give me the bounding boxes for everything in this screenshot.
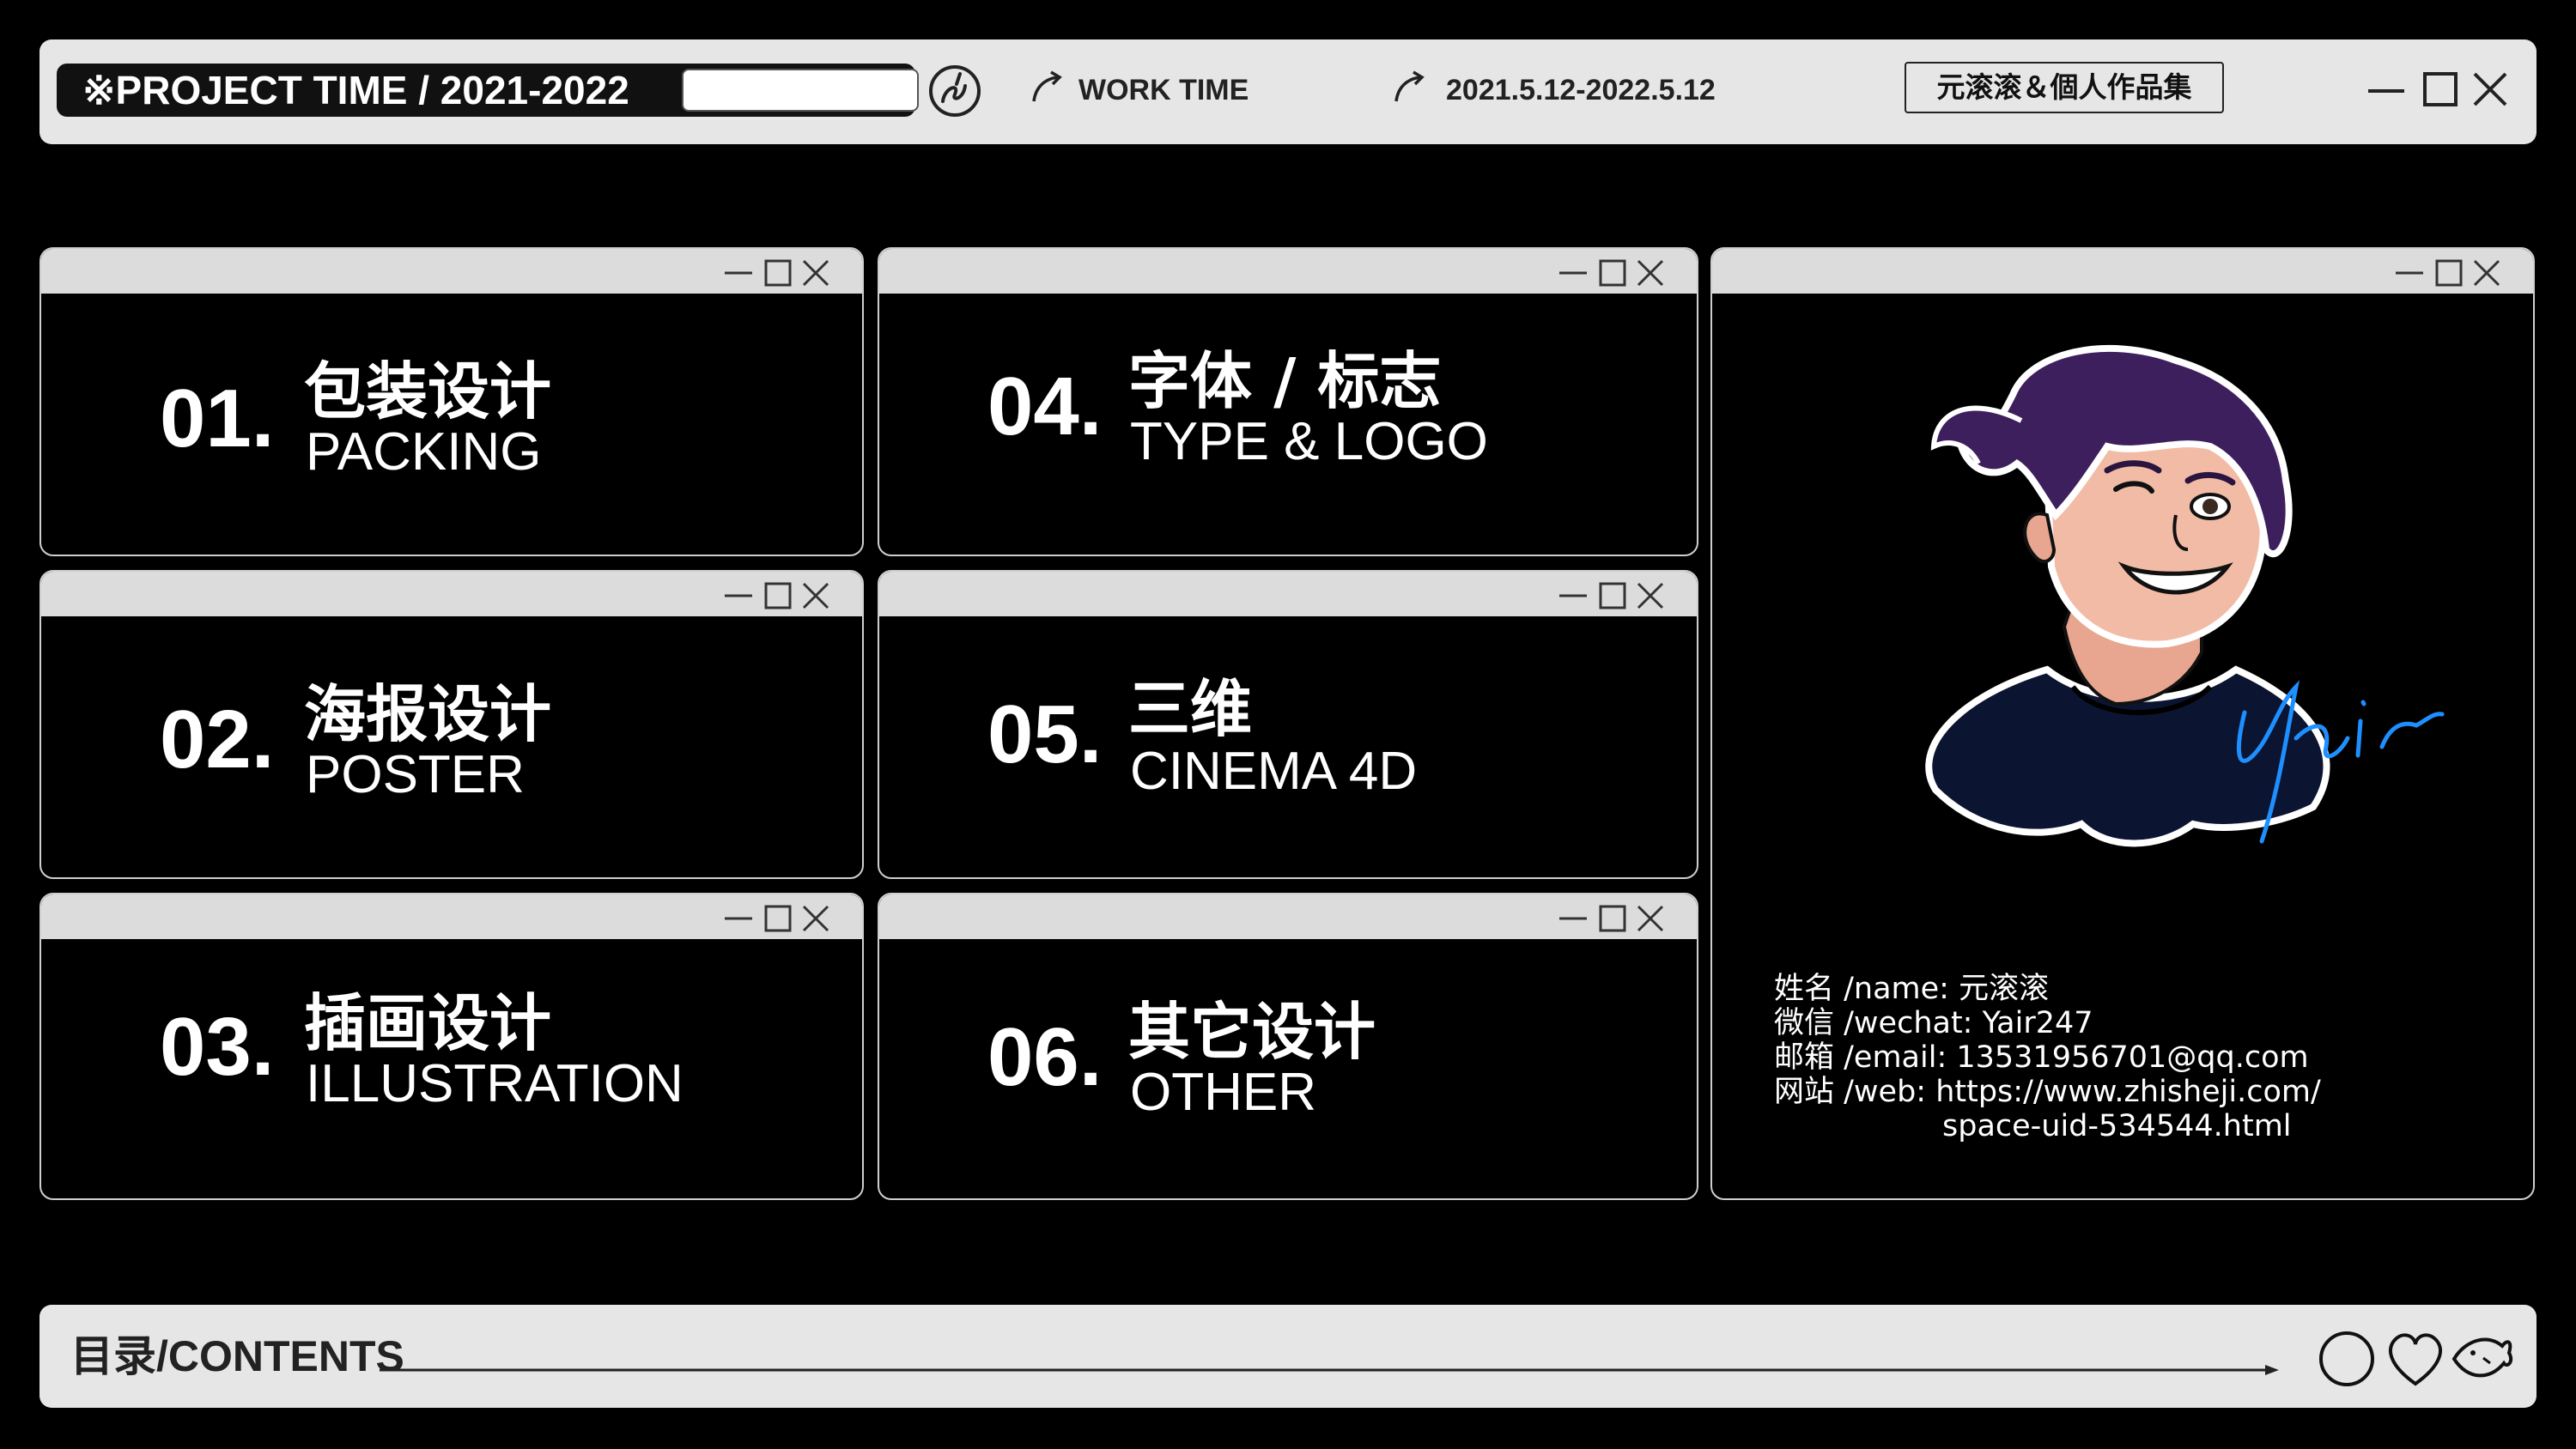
card-window-controls <box>725 259 829 287</box>
work-time-label: WORK TIME <box>1078 74 1249 106</box>
card-packing[interactable]: 01. 包装设计 PACKING <box>39 247 864 556</box>
card-number: 03. <box>160 1001 275 1093</box>
card-window-controls <box>725 905 829 932</box>
card-number: 02. <box>160 694 275 785</box>
card-window-controls <box>1559 905 1664 932</box>
close-icon <box>2473 259 2500 287</box>
profile-web-cont[interactable]: space-uid-534544.html <box>1942 1109 2292 1143</box>
fish-icon[interactable] <box>2445 1324 2516 1394</box>
card-cinema4d[interactable]: 05. 三维 CINEMA 4D <box>878 570 1698 879</box>
avatar-illustration <box>1925 344 2445 847</box>
window-controls <box>2368 72 2507 106</box>
maximize-icon <box>764 582 792 609</box>
close-icon <box>1637 582 1664 609</box>
maximize-icon[interactable] <box>2423 72 2458 106</box>
card-window-controls <box>1559 582 1664 609</box>
close-icon <box>1637 905 1664 932</box>
card-title-en: CINEMA 4D <box>1130 742 1418 801</box>
profile-name: 姓名 /name: 元滚滚 <box>1774 972 2050 1006</box>
card-window-controls <box>1559 259 1664 287</box>
date-range: 2021.5.12-2022.5.12 <box>1446 74 1716 106</box>
card-type-logo[interactable]: 04. 字体 / 标志 TYPE & LOGO <box>878 247 1698 556</box>
project-input-field[interactable] <box>682 69 919 112</box>
heart-icon[interactable] <box>2380 1324 2451 1394</box>
card-window-controls <box>2396 259 2500 287</box>
maximize-icon <box>1599 582 1626 609</box>
portfolio-title-box[interactable]: 元滚滚＆個人作品集 <box>1905 62 2224 113</box>
maximize-icon <box>2435 259 2463 287</box>
card-illustration[interactable]: 03. 插画设计 ILLUSTRATION <box>39 893 864 1200</box>
card-other[interactable]: 06. 其它设计 OTHER <box>878 893 1698 1200</box>
profile-email[interactable]: 邮箱 /email: 13531956701@qq.com <box>1774 1040 2309 1075</box>
close-icon <box>802 259 829 287</box>
close-icon <box>802 582 829 609</box>
card-window-controls <box>725 582 829 609</box>
card-title-cn: 字体 / 标志 <box>1128 345 1442 417</box>
card-number: 01. <box>160 373 275 464</box>
maximize-icon <box>764 905 792 932</box>
profile-wechat: 微信 /wechat: Yair247 <box>1774 1006 2093 1040</box>
project-time-label: ※PROJECT TIME / 2021-2022 <box>82 68 629 112</box>
circle-icon[interactable] <box>2312 1324 2382 1394</box>
arrow-icon <box>1394 70 1425 102</box>
card-poster[interactable]: 02. 海报设计 POSTER <box>39 570 864 879</box>
maximize-icon <box>1599 905 1626 932</box>
card-number: 05. <box>987 688 1103 780</box>
card-title-en: POSTER <box>306 745 525 804</box>
top-window-bar: ※PROJECT TIME / 2021-2022 WORK TIME 2021… <box>39 39 2537 144</box>
arrow-icon <box>1032 70 1062 102</box>
profile-web[interactable]: 网站 /web: https://www.zhisheji.com/ <box>1774 1075 2321 1109</box>
card-title-cn: 包装设计 <box>304 355 552 427</box>
card-title-en: PACKING <box>306 422 542 482</box>
card-title-en: ILLUSTRATION <box>306 1054 683 1113</box>
contents-label: 目录/CONTENTS <box>70 1332 404 1380</box>
swirl-icon[interactable] <box>926 62 984 120</box>
close-icon <box>1637 259 1664 287</box>
profile-card[interactable]: 姓名 /name: 元滚滚 微信 /wechat: Yair247 邮箱 /em… <box>1710 247 2535 1200</box>
card-title-en: TYPE & LOGO <box>1130 412 1488 471</box>
close-icon[interactable] <box>2473 72 2507 106</box>
bottom-contents-bar: 目录/CONTENTS <box>39 1305 2537 1408</box>
card-title-en: OTHER <box>1130 1063 1316 1122</box>
card-title-cn: 海报设计 <box>304 678 552 750</box>
card-number: 06. <box>987 1011 1103 1103</box>
project-time-pill: ※PROJECT TIME / 2021-2022 <box>57 64 919 117</box>
card-title-cn: 其它设计 <box>1128 996 1376 1068</box>
maximize-icon <box>1599 259 1626 287</box>
card-number: 04. <box>987 361 1103 452</box>
close-icon <box>802 905 829 932</box>
maximize-icon <box>764 259 792 287</box>
progress-arrow-line <box>380 1365 2279 1375</box>
card-title-cn: 插画设计 <box>304 987 552 1059</box>
card-title-cn: 三维 <box>1128 673 1253 745</box>
